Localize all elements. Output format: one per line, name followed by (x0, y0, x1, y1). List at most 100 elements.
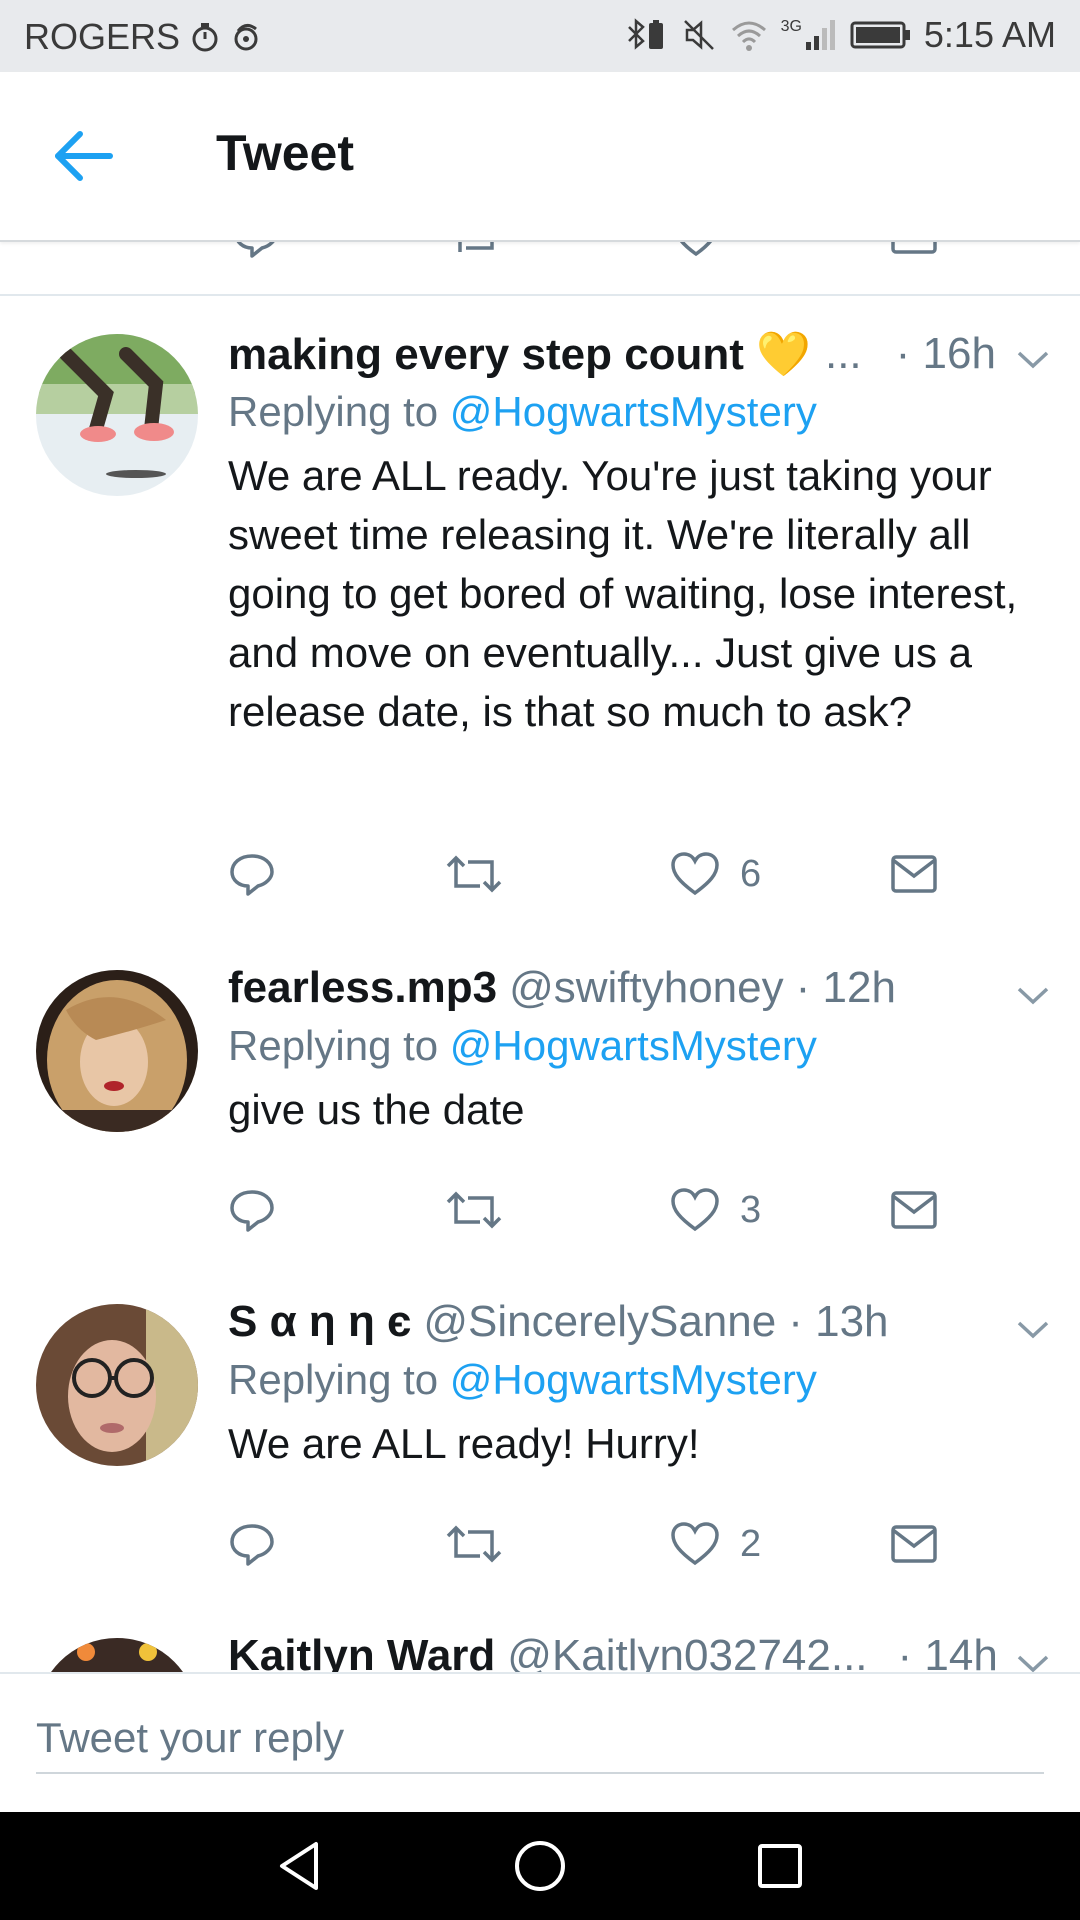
envelope-icon (891, 855, 937, 893)
like-count: 2 (740, 1522, 762, 1565)
name-overflow: ... (824, 329, 862, 378)
reply-icon (230, 1190, 274, 1232)
app-header: Tweet (0, 72, 1080, 242)
reply-button[interactable] (228, 1180, 276, 1240)
clock: 5:15 AM (923, 14, 1056, 55)
like-button[interactable]: 2 (670, 1514, 761, 1574)
reply-icon[interactable] (232, 240, 280, 260)
replying-to-label: Replying to (228, 1356, 450, 1403)
chevron-down-icon[interactable] (1016, 1654, 1050, 1672)
display-name[interactable]: Kaitlyn Ward (228, 1631, 495, 1672)
tweet-time[interactable]: · 13h (788, 1297, 888, 1347)
tweet-body: making every step count 💛 ... · 16h Repl… (228, 326, 1044, 741)
status-icons: 3G 5:15 AM (625, 14, 1056, 56)
tweet-item[interactable]: making every step count 💛 ... · 16h Repl… (0, 296, 1080, 932)
tweet-text: We are ALL ready! Hurry! (228, 1420, 700, 1467)
display-name[interactable]: fearless.mp3 (228, 963, 497, 1013)
cell-signal-icon: 3G (781, 18, 838, 52)
chevron-down-icon[interactable] (1016, 1320, 1050, 1340)
reply-button[interactable] (228, 844, 276, 904)
reply-button[interactable] (228, 1514, 276, 1574)
like-count: 3 (740, 1188, 762, 1231)
reply-icon (230, 1524, 274, 1566)
tweet-item[interactable]: Kaitlyn Ward @Kaitlyn032742... · 14h (0, 1598, 1080, 1672)
carrier-group: ROGERS (24, 16, 262, 58)
nav-back-icon[interactable] (270, 1836, 330, 1896)
tweet-time[interactable]: · 14h (898, 1631, 998, 1672)
mention-link[interactable]: @HogwartsMystery (450, 388, 817, 435)
tweet-body: S α η η є @SincerelySanne · 13h Replying… (228, 1294, 1044, 1473)
like-button[interactable]: 3 (670, 1180, 761, 1240)
tweet-body: Kaitlyn Ward @Kaitlyn032742... · 14h (228, 1628, 1044, 1672)
status-bar: ROGERS 3G 5:15 AM (0, 0, 1080, 72)
tweet-reply-input[interactable] (36, 1704, 1044, 1774)
tweet-header: S α η η є @SincerelySanne · 13h (228, 1294, 1044, 1350)
user-handle[interactable]: @SincerelySanne (423, 1297, 776, 1347)
wifi-icon (731, 21, 766, 51)
previous-tweet-actions (0, 240, 1080, 296)
avatar[interactable] (36, 1638, 198, 1672)
avatar[interactable] (36, 970, 198, 1132)
tweet-actions: 3 (0, 1180, 1080, 1240)
like-count: 6 (740, 852, 762, 895)
sync-icon (234, 24, 258, 51)
replying-to: Replying to @HogwartsMystery (228, 1022, 1044, 1080)
user-handle[interactable]: @Kaitlyn032742... (507, 1631, 867, 1672)
user-handle[interactable]: @swiftyhoney (509, 963, 784, 1013)
tweet-header: fearless.mp3 @swiftyhoney · 12h (228, 960, 1044, 1016)
tweet-actions: 2 (0, 1514, 1080, 1574)
display-name[interactable]: S α η η є (228, 1297, 411, 1347)
mention-link[interactable]: @HogwartsMystery (450, 1022, 817, 1069)
reply-bar (0, 1672, 1080, 1814)
retweet-icon (446, 855, 502, 893)
envelope-icon (891, 1191, 937, 1229)
network-type: 3G (780, 18, 802, 35)
chevron-down-icon[interactable] (1016, 986, 1050, 1006)
nav-recents-icon[interactable] (750, 1836, 810, 1896)
display-name[interactable]: making every step count 💛 (228, 328, 811, 380)
like-icon[interactable] (672, 240, 720, 260)
share-dm-button[interactable] (890, 844, 938, 904)
replying-to-label: Replying to (228, 1022, 450, 1069)
retweet-button[interactable] (444, 844, 504, 904)
retweet-button[interactable] (444, 1180, 504, 1240)
retweet-icon (446, 1191, 502, 1229)
retweet-icon[interactable] (448, 240, 504, 260)
share-dm-icon[interactable] (890, 240, 938, 260)
mention-link[interactable]: @HogwartsMystery (450, 1356, 817, 1403)
chevron-down-icon[interactable] (1016, 350, 1050, 370)
envelope-icon (891, 1525, 937, 1563)
page-title: Tweet (216, 125, 354, 181)
tweet-header: making every step count 💛 ... · 16h (228, 326, 1044, 382)
back-arrow-icon (55, 131, 113, 181)
tweet-actions: 6 (0, 844, 1080, 904)
share-dm-button[interactable] (890, 1180, 938, 1240)
back-button[interactable] (52, 130, 116, 182)
battery-icon (850, 21, 910, 49)
avatar-image (36, 334, 198, 496)
tweet-text: We are ALL ready. You're just taking you… (228, 452, 1018, 735)
reply-icon (230, 854, 274, 896)
avatar[interactable] (36, 1304, 198, 1466)
mute-icon (683, 20, 714, 50)
avatar-image (36, 1304, 198, 1466)
tweet-text: give us the date (228, 1086, 525, 1133)
like-button[interactable]: 6 (670, 844, 761, 904)
bluetooth-battery-icon (627, 18, 663, 50)
share-dm-button[interactable] (890, 1514, 938, 1574)
avatar[interactable] (36, 334, 198, 496)
tweet-item[interactable]: S α η η є @SincerelySanne · 13h Replying… (0, 1264, 1080, 1600)
tweet-time[interactable]: · 12h (796, 963, 896, 1013)
retweet-button[interactable] (444, 1514, 504, 1574)
retweet-icon (446, 1525, 502, 1563)
heart-icon (671, 852, 719, 896)
tweet-body: fearless.mp3 @swiftyhoney · 12h Replying… (228, 960, 1044, 1139)
nav-home-icon[interactable] (510, 1836, 570, 1896)
replying-to: Replying to @HogwartsMystery (228, 388, 1044, 446)
avatar-image (36, 970, 198, 1132)
heart-icon (671, 1522, 719, 1566)
tweet-item[interactable]: fearless.mp3 @swiftyhoney · 12h Replying… (0, 930, 1080, 1266)
replying-to: Replying to @HogwartsMystery (228, 1356, 1044, 1414)
system-nav-bar (0, 1812, 1080, 1920)
tweet-time[interactable]: · 16h (896, 329, 996, 379)
